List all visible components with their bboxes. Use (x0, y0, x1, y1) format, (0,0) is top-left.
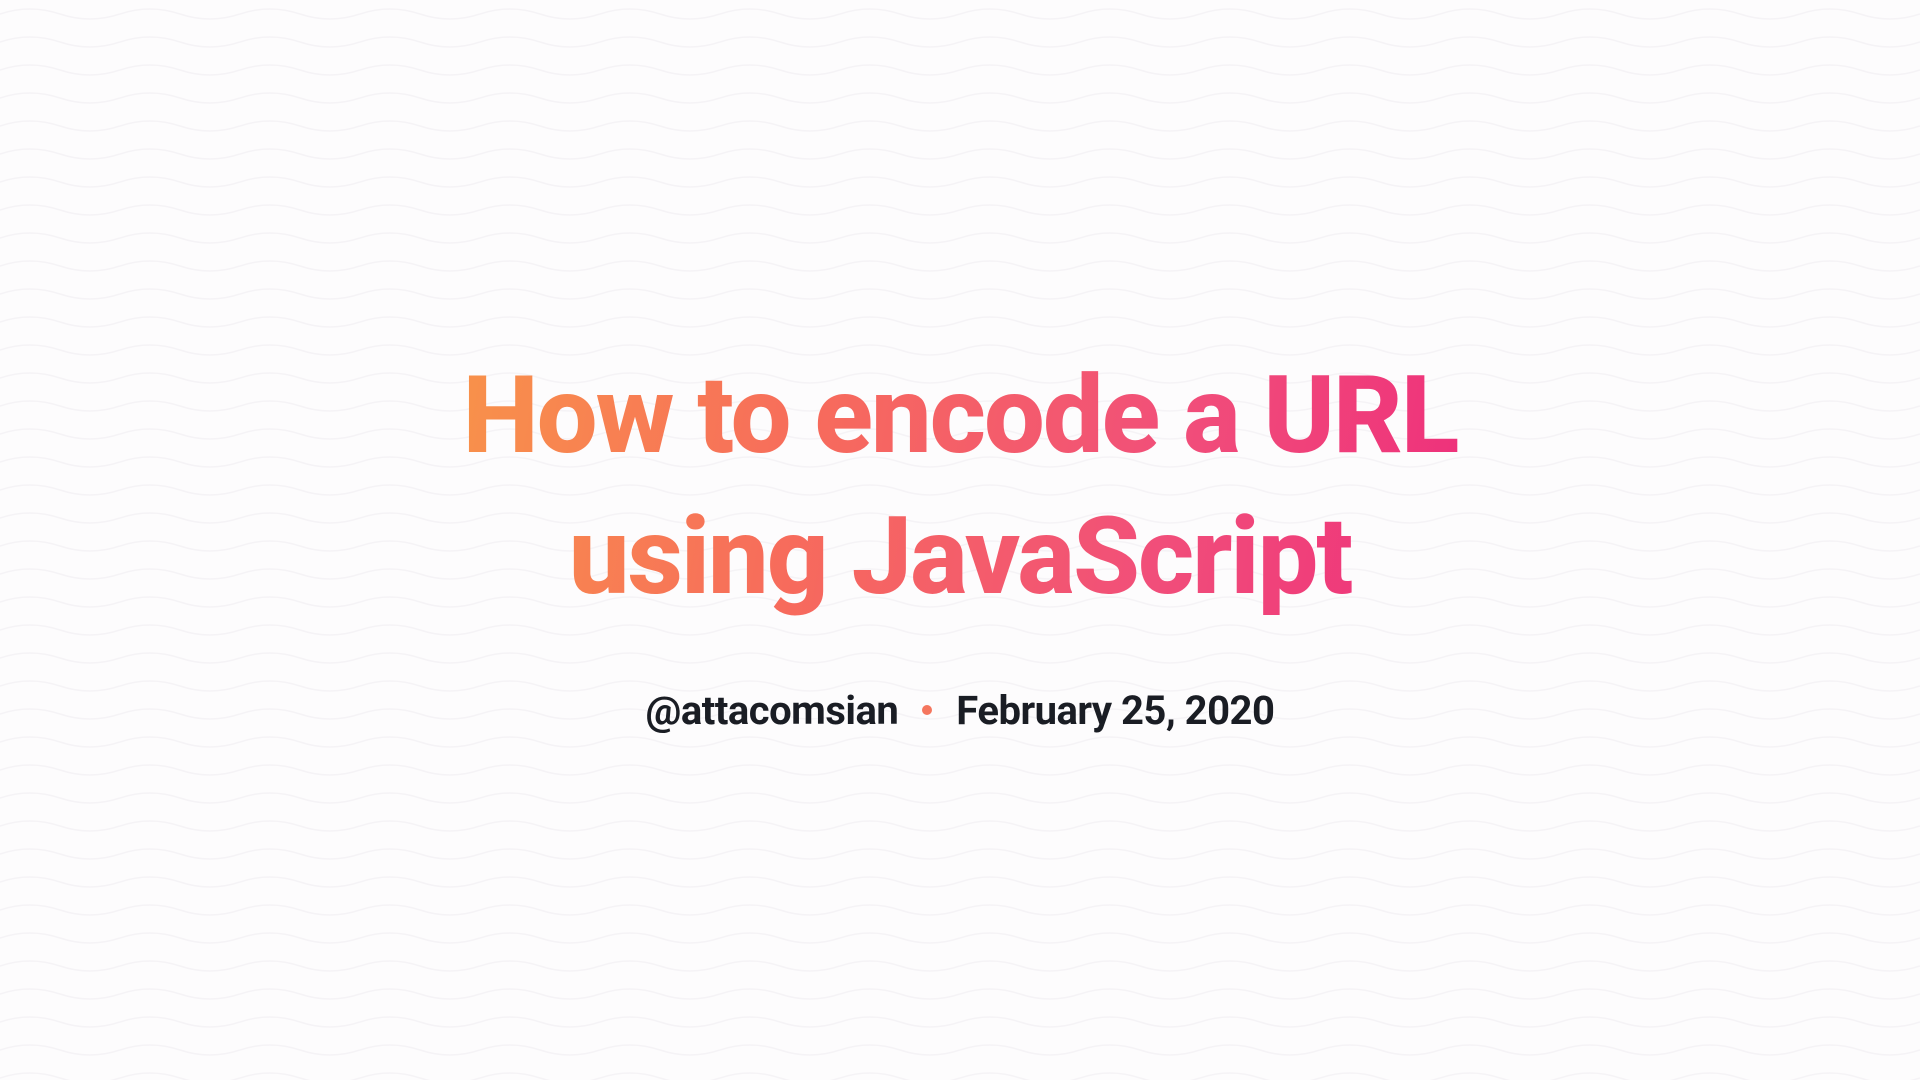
article-title: How to encode a URL using JavaScript (460, 346, 1460, 627)
separator-bullet-icon (922, 705, 932, 715)
publish-date: February 25, 2020 (956, 687, 1274, 734)
card-content: How to encode a URL using JavaScript @at… (460, 346, 1460, 734)
author-handle: @attacomsian (646, 687, 899, 734)
article-meta: @attacomsian February 25, 2020 (646, 687, 1275, 734)
